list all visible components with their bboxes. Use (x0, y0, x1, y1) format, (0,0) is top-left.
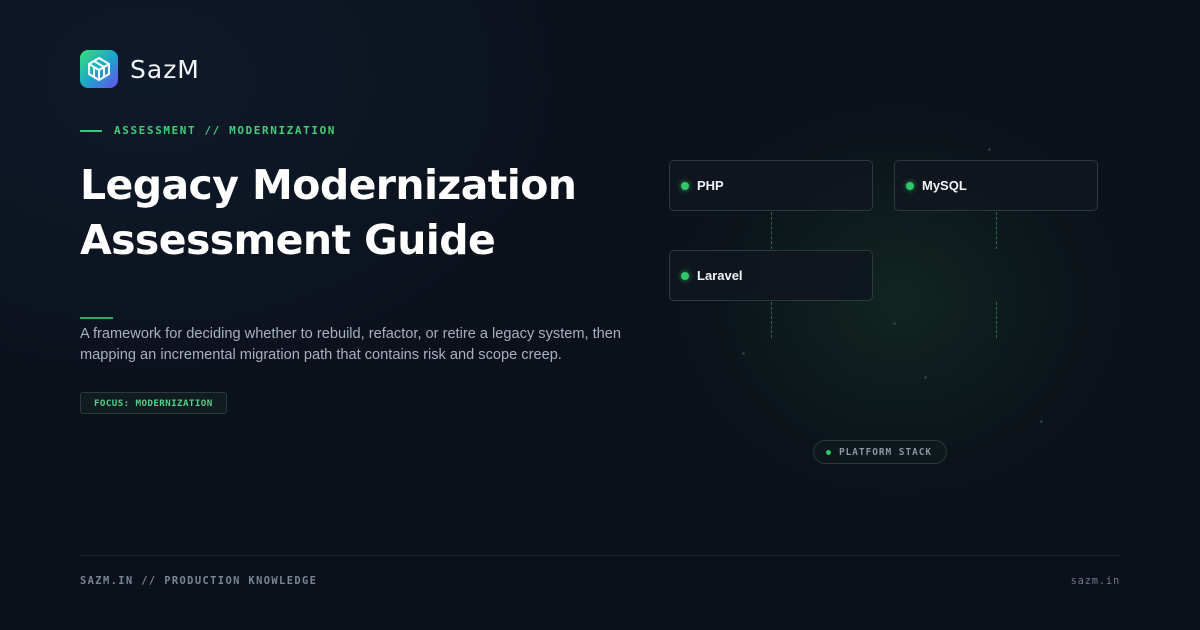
title-line-1: Legacy Modernization (80, 161, 577, 209)
decor-dot (924, 376, 927, 379)
status-dot-icon (906, 181, 914, 190)
footer-divider (80, 555, 1120, 556)
node-label: Laravel (697, 268, 743, 283)
stack-node-php: PHP (669, 160, 873, 211)
node-label: MySQL (922, 178, 967, 193)
status-dot-icon (681, 271, 689, 280)
page-title: Legacy Modernization Assessment Guide (80, 158, 640, 268)
focus-badge: FOCUS: MODERNIZATION (80, 392, 227, 414)
stack-node-laravel: Laravel (669, 250, 873, 301)
brand[interactable]: SazM (80, 50, 200, 88)
decor-dot (1040, 420, 1043, 423)
stack-node-mysql: MySQL (894, 160, 1098, 211)
decor-dot (893, 322, 896, 325)
sazm-logo-icon (80, 50, 118, 88)
connector-line (771, 212, 772, 249)
status-dot-icon (681, 181, 689, 190)
node-label: PHP (697, 178, 724, 193)
description: A framework for deciding whether to rebu… (80, 326, 622, 363)
eyebrow: ASSESSMENT // MODERNIZATION (80, 124, 336, 137)
title-line-2: Assessment Guide (80, 216, 496, 264)
connector-line (771, 302, 772, 338)
eyebrow-line (80, 129, 102, 132)
title-divider (80, 317, 113, 319)
eyebrow-text: ASSESSMENT // MODERNIZATION (114, 124, 337, 137)
brand-name: SazM (130, 54, 200, 84)
footer-tagline: SAZM.IN // PRODUCTION KNOWLEDGE (80, 575, 318, 587)
platform-stack-label: PLATFORM STACK (839, 446, 933, 458)
connector-line (996, 302, 997, 338)
og-card: SazM ASSESSMENT // MODERNIZATION Legacy … (0, 0, 1200, 630)
status-dot-icon (826, 449, 831, 455)
platform-stack-pill: PLATFORM STACK (813, 440, 947, 464)
connector-line (996, 212, 997, 249)
decor-dot (742, 352, 745, 355)
decor-dot (988, 148, 991, 151)
footer-site-link[interactable]: sazm.in (1071, 575, 1120, 587)
